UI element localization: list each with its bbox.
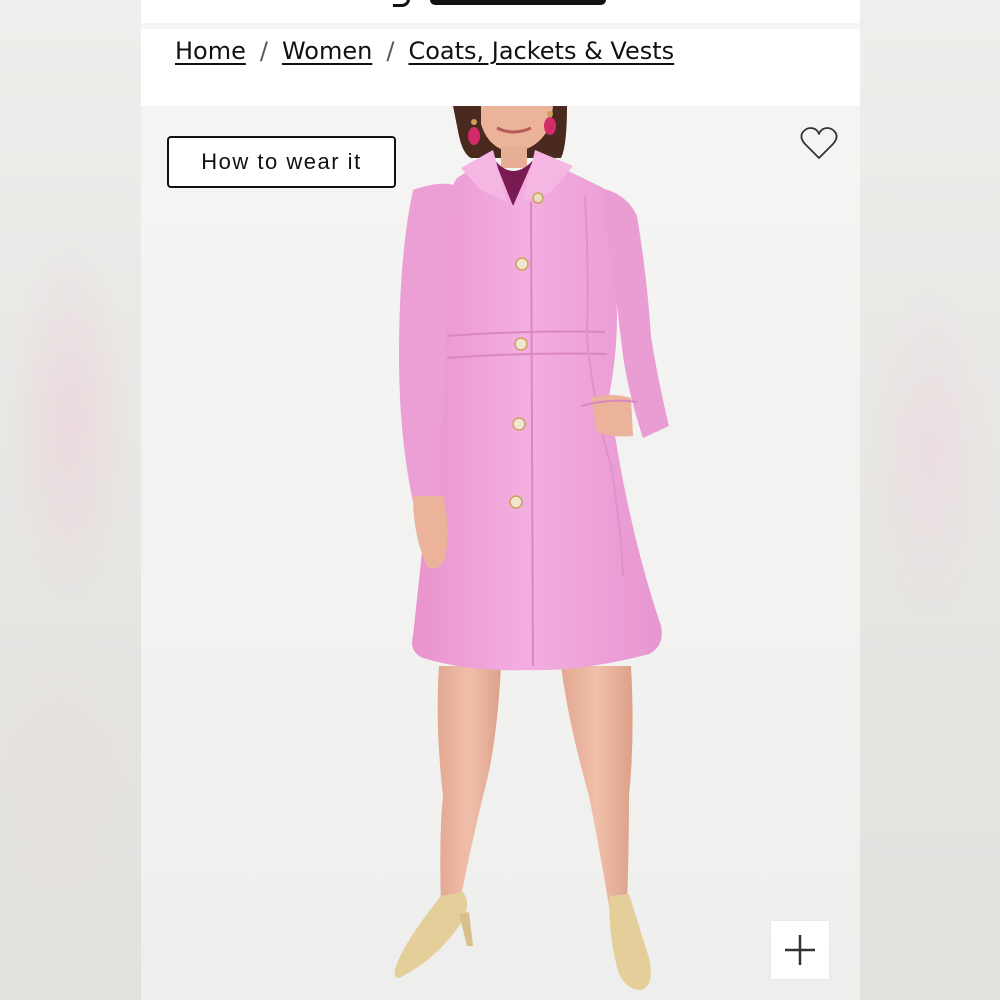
breadcrumb-women[interactable]: Women (282, 37, 372, 65)
heart-outline-icon (800, 127, 838, 159)
breadcrumb-separator: / (259, 37, 268, 65)
model-in-pink-coat-image (394, 106, 669, 990)
breadcrumb-list: Home / Women / Coats, Jackets & Vests (175, 37, 674, 65)
breadcrumb-separator: / (386, 37, 395, 65)
breadcrumb-home[interactable]: Home (175, 37, 246, 65)
favorite-button[interactable] (799, 126, 839, 162)
plus-icon (785, 935, 815, 965)
breadcrumb-coats-jackets-vests[interactable]: Coats, Jackets & Vests (408, 37, 674, 65)
zoom-button[interactable] (771, 921, 829, 979)
logo-bar (430, 0, 606, 5)
breadcrumb: Home / Women / Coats, Jackets & Vests (141, 29, 860, 106)
logo-fragment (393, 0, 410, 7)
how-to-wear-button[interactable]: How to wear it (167, 136, 396, 188)
product-page: Home / Women / Coats, Jackets & Vests Ho… (141, 0, 860, 1000)
product-image[interactable]: How to wear it (141, 106, 860, 1000)
header-strip (141, 0, 860, 23)
